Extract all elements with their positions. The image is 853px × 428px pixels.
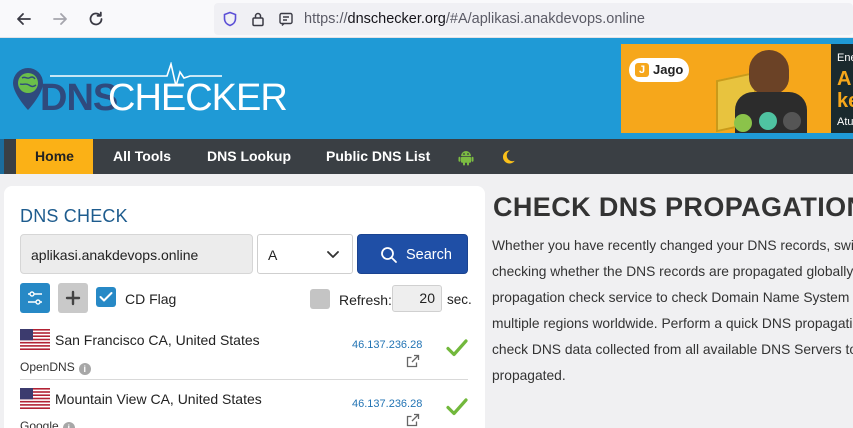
server-location: Mountain View CA, United States: [55, 391, 262, 407]
url-path: /#A/aplikasi.anakdevops.online: [445, 11, 645, 27]
search-button[interactable]: Search: [357, 234, 468, 274]
server-provider: OpenDNS i: [20, 360, 91, 375]
server-location: San Francisco CA, United States: [55, 332, 260, 348]
lock-icon[interactable]: [250, 11, 266, 27]
description-line: checking whether the DNS records are pro…: [492, 264, 853, 279]
resolved-ip-link[interactable]: 46.137.236.28: [352, 339, 422, 351]
jago-icon: J: [635, 63, 649, 77]
back-arrow-icon: [17, 13, 31, 25]
description-line: Whether you have recently changed your D…: [492, 238, 853, 253]
menu-inner: Home All Tools DNS Lookup Public DNS Lis…: [4, 139, 853, 174]
forward-button[interactable]: [49, 8, 71, 30]
description-line: check DNS data collected from all availa…: [492, 342, 853, 357]
description-line: propagated.: [492, 368, 566, 383]
plus-icon: [65, 290, 81, 306]
resolved-ip-link[interactable]: 46.137.236.28: [352, 398, 422, 410]
external-link-icon[interactable]: [406, 354, 420, 368]
forward-arrow-icon: [53, 13, 67, 25]
server-provider-name: Google: [20, 419, 59, 428]
success-check-icon: [446, 398, 468, 416]
menu-item-home[interactable]: Home: [16, 139, 93, 174]
checkmark-icon: [99, 292, 113, 302]
browser-toolbar: https://dnschecker.org/#A/aplikasi.anakd…: [0, 0, 853, 38]
domain-input-value: aplikasi.anakdevops.online: [31, 247, 199, 263]
chevron-down-icon: [327, 251, 339, 258]
dns-check-title: DNS CHECK: [20, 206, 128, 226]
page-title: CHECK DNS PROPAGATION: [493, 192, 853, 222]
settings-sliders-button[interactable]: [20, 283, 50, 313]
ad-green-bowl: [734, 114, 752, 132]
dns-check-panel: DNS CHECK aplikasi.anakdevops.online A S…: [4, 186, 485, 428]
refresh-interval-input[interactable]: 20: [392, 285, 442, 312]
ad-text-panel: Ene A ke Atu: [831, 44, 853, 133]
main-menu-bar: Home All Tools DNS Lookup Public DNS Lis…: [0, 139, 853, 174]
logo-text-dns: DNS: [40, 77, 118, 119]
add-button[interactable]: [58, 283, 88, 313]
site-logo[interactable]: DNS CHECKER: [10, 61, 288, 122]
address-bar[interactable]: https://dnschecker.org/#A/aplikasi.anakd…: [214, 3, 853, 35]
ad-brand-name: Jago: [653, 62, 684, 77]
logo-text-checker: CHECKER: [108, 77, 288, 119]
ad-dark-bowl: [783, 112, 801, 130]
refresh-unit-label: sec.: [447, 292, 472, 307]
menu-item-all-tools[interactable]: All Tools: [113, 139, 171, 174]
info-icon[interactable]: i: [78, 363, 91, 375]
server-row: San Francisco CA, United States OpenDNS i…: [20, 322, 468, 380]
ad-teal-bowl: [759, 112, 777, 130]
site-header: DNS CHECKER J Jago Ene A ke Atu: [0, 38, 853, 139]
description-line: multiple regions worldwide. Perform a qu…: [492, 316, 853, 331]
moon-icon[interactable]: [499, 148, 517, 166]
advertisement-banner[interactable]: J Jago Ene A ke Atu: [621, 44, 853, 133]
success-check-icon: [446, 339, 468, 357]
cd-flag-checkbox[interactable]: [96, 287, 116, 307]
server-provider-name: OpenDNS: [20, 360, 75, 374]
android-icon[interactable]: [457, 148, 475, 166]
us-flag-icon: [20, 329, 50, 350]
url-domain: dnschecker.org: [347, 11, 446, 27]
url-text: https://dnschecker.org/#A/aplikasi.anakd…: [304, 11, 645, 27]
server-row: Mountain View CA, United States Google i …: [20, 381, 468, 428]
refresh-label: Refresh:: [339, 292, 392, 308]
sliders-icon: [28, 291, 42, 305]
record-type-select[interactable]: A: [257, 234, 353, 274]
search-icon: [381, 247, 397, 263]
cd-flag-label: CD Flag: [125, 291, 177, 307]
page-description: Whether you have recently changed your D…: [492, 233, 853, 393]
domain-input[interactable]: aplikasi.anakdevops.online: [20, 234, 253, 274]
ad-text-line: A: [837, 68, 852, 90]
menu-item-dns-lookup[interactable]: DNS Lookup: [207, 139, 291, 174]
ad-brand-pill: J Jago: [629, 58, 689, 82]
menu-item-public-dns-list[interactable]: Public DNS List: [326, 139, 430, 174]
record-type-value: A: [268, 247, 278, 263]
server-provider: Google i: [20, 419, 75, 428]
shield-icon[interactable]: [222, 11, 238, 27]
description-line: propagation check service to check Domai…: [492, 290, 853, 305]
us-flag-icon: [20, 388, 50, 409]
ad-text-line: Atu: [837, 116, 853, 128]
ad-text-line: Ene: [837, 52, 853, 64]
refresh-checkbox[interactable]: [310, 289, 330, 309]
search-button-label: Search: [406, 247, 452, 263]
ad-person-head: [749, 50, 789, 94]
reload-icon: [89, 11, 103, 26]
url-scheme: https://: [304, 11, 348, 27]
reader-view-icon[interactable]: [278, 11, 294, 27]
back-button[interactable]: [13, 8, 35, 30]
info-icon[interactable]: i: [62, 422, 75, 428]
reload-button[interactable]: [85, 8, 107, 30]
external-link-icon[interactable]: [406, 413, 420, 427]
ad-text-line: ke: [837, 90, 853, 112]
